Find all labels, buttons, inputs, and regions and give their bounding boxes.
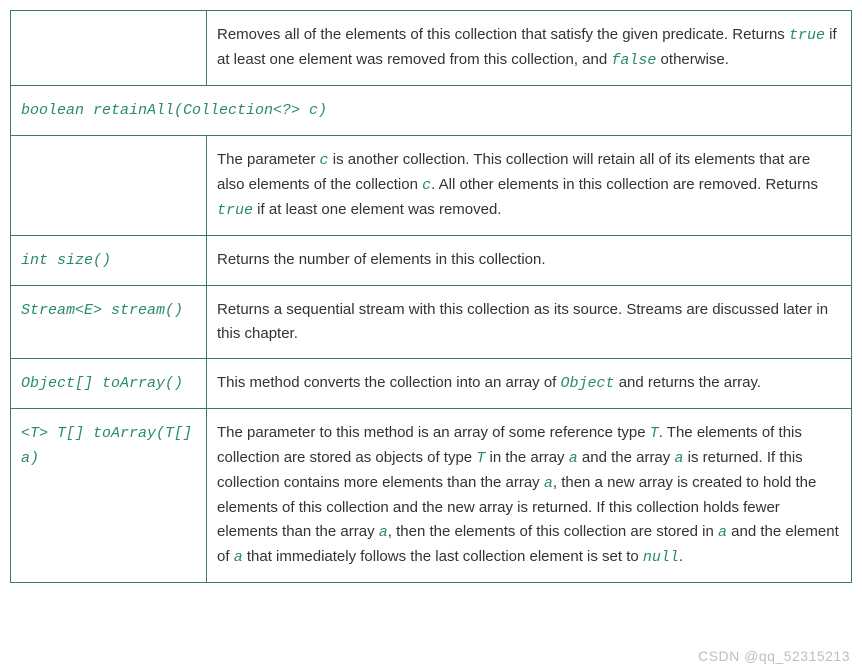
inline-code: T (650, 425, 659, 442)
watermark-text: CSDN @qq_52315213 (698, 648, 850, 664)
code-text: Object[] toArray() (21, 375, 183, 392)
table-row: <T> T[] toArray(T[] a) The parameter to t… (11, 409, 852, 583)
method-signature (11, 11, 207, 86)
inline-code: a (569, 450, 578, 467)
method-signature (11, 136, 207, 236)
inline-code: T (476, 450, 485, 467)
method-description: This method converts the collection into… (207, 359, 852, 409)
inline-code: a (234, 549, 243, 566)
method-description: Returns the number of elements in this c… (207, 236, 852, 286)
method-signature: int size() (11, 236, 207, 286)
inline-code: false (611, 52, 656, 69)
inline-code: true (789, 27, 825, 44)
inline-code: null (643, 549, 679, 566)
method-signature-full: boolean retainAll(Collection<?> c) (11, 86, 852, 136)
api-method-table: Removes all of the elements of this coll… (10, 10, 852, 583)
code-text: int size() (21, 252, 111, 269)
method-description: The parameter to this method is an array… (207, 409, 852, 583)
method-description: Removes all of the elements of this coll… (207, 11, 852, 86)
table-row: Stream<E> stream() Returns a sequential s… (11, 286, 852, 359)
inline-code: a (544, 475, 553, 492)
code-text: Stream<E> stream() (21, 302, 183, 319)
method-signature: Object[] toArray() (11, 359, 207, 409)
code-text: <T> T[] toArray(T[] a) (21, 425, 192, 467)
method-description: Returns a sequential stream with this co… (207, 286, 852, 359)
inline-code: a (718, 524, 727, 541)
code-text: boolean retainAll(Collection<?> c) (21, 102, 327, 119)
method-description: The parameter c is another collection. T… (207, 136, 852, 236)
table-row: Removes all of the elements of this coll… (11, 11, 852, 86)
table-row: The parameter c is another collection. T… (11, 136, 852, 236)
method-signature: <T> T[] toArray(T[] a) (11, 409, 207, 583)
table-body: Removes all of the elements of this coll… (11, 11, 852, 583)
table-row: Object[] toArray() This method converts t… (11, 359, 852, 409)
inline-code: a (674, 450, 683, 467)
table-row: int size() Returns the number of elements… (11, 236, 852, 286)
method-signature: Stream<E> stream() (11, 286, 207, 359)
inline-code: c (320, 152, 329, 169)
inline-code: c (422, 177, 431, 194)
inline-code: Object (561, 375, 615, 392)
inline-code: true (217, 202, 253, 219)
inline-code: a (379, 524, 388, 541)
table-row: boolean retainAll(Collection<?> c) (11, 86, 852, 136)
